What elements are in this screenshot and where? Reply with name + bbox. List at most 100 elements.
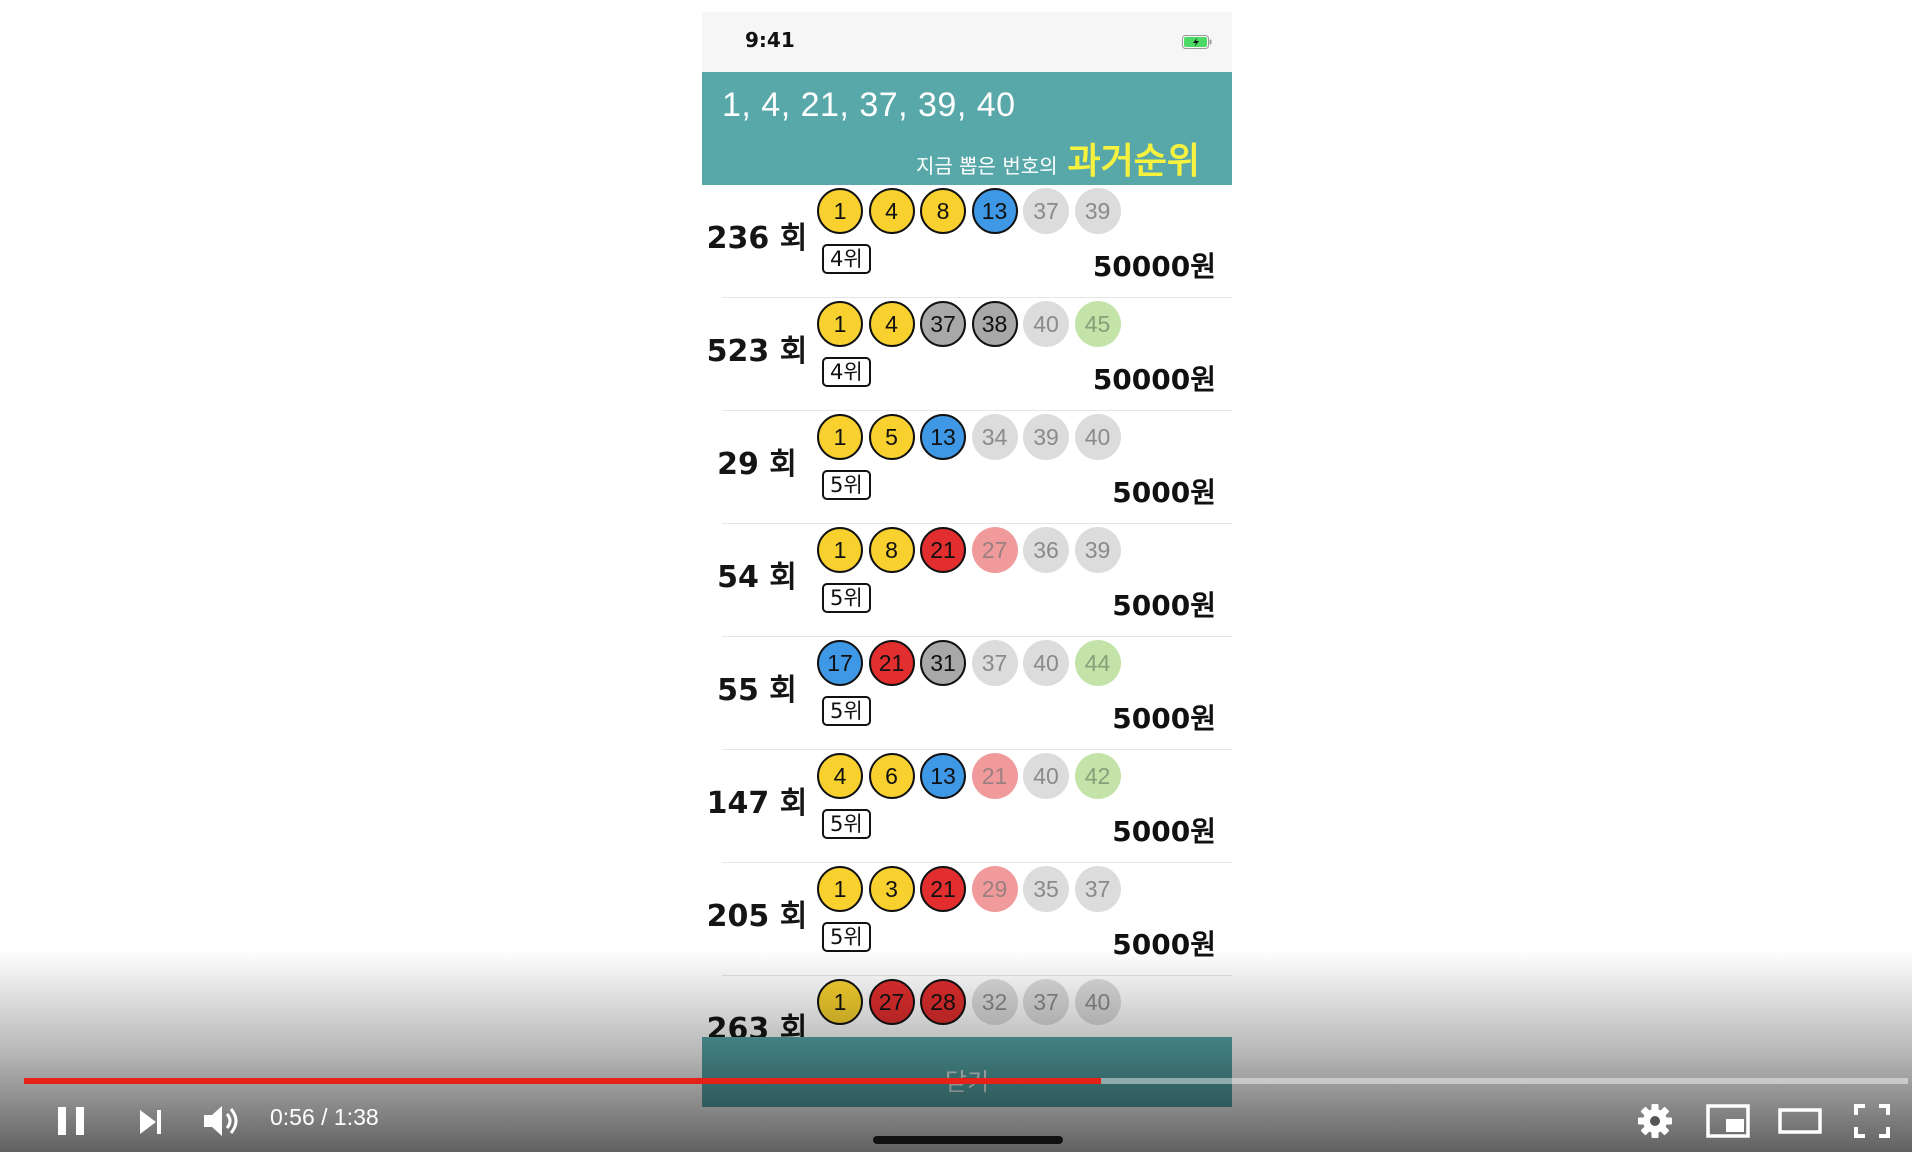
header-subtitle-small: 지금 뽑은 번호의 — [916, 154, 1058, 178]
lotto-ball: 4 — [868, 188, 915, 234]
skip-next-icon — [140, 1110, 161, 1134]
round-label: 29 회 — [717, 447, 797, 482]
header-subtitle: 지금 뽑은 번호의 과거순위 — [916, 132, 1200, 184]
fullscreen-button[interactable] — [1853, 1103, 1891, 1139]
result-row: 147 회 4 6 13 21 40 42 5위 5000원 — [702, 750, 1232, 863]
prize-amount: 50000원 — [1092, 363, 1216, 396]
lotto-ball: 17 — [817, 640, 863, 686]
lotto-ball: 4 — [817, 753, 863, 799]
lotto-ball: 40 — [1023, 753, 1069, 799]
gear-icon — [1638, 1104, 1672, 1138]
lotto-ball: 31 — [920, 640, 966, 686]
ball-group: 1 3 21 29 35 37 — [817, 866, 1126, 912]
theater-mode-button[interactable] — [1778, 1103, 1822, 1139]
ball-group: 17 21 31 37 40 44 — [817, 640, 1126, 686]
ball-group: 1 5 13 34 39 40 — [817, 414, 1126, 460]
settings-button[interactable] — [1636, 1102, 1674, 1140]
rank-badge: 5위 — [822, 583, 871, 613]
lotto-ball: 5 — [868, 414, 915, 460]
header-banner: 1, 4, 21, 37, 39, 40 지금 뽑은 번호의 과거순위 — [702, 72, 1232, 185]
lotto-ball: 45 — [1074, 301, 1121, 347]
miniplayer-button[interactable] — [1706, 1103, 1750, 1139]
lotto-ball: 40 — [1074, 414, 1121, 460]
ball-group: 1 4 8 13 37 39 — [817, 188, 1126, 234]
ball-group: 1 8 21 27 36 39 — [817, 527, 1126, 573]
ball-group: 4 6 13 21 40 42 — [817, 753, 1126, 799]
lotto-ball: 1 — [817, 301, 863, 347]
lotto-ball: 3 — [868, 866, 915, 912]
lotto-ball: 27 — [971, 527, 1018, 573]
lotto-ball: 38 — [971, 301, 1018, 347]
round-label: 147 회 — [706, 786, 808, 821]
lotto-ball: 6 — [868, 753, 915, 799]
lotto-ball: 1 — [817, 527, 863, 573]
home-indicator — [873, 1136, 1063, 1144]
rank-badge: 5위 — [822, 922, 871, 952]
round-label: 205 회 — [706, 899, 808, 934]
result-row: 55 회 17 21 31 37 40 44 5위 5000원 — [702, 637, 1232, 750]
lotto-ball: 8 — [868, 527, 915, 573]
lotto-ball: 34 — [971, 414, 1018, 460]
round-label: 55 회 — [717, 673, 797, 708]
round-label: 236 회 — [706, 221, 808, 256]
prize-amount: 5000원 — [1112, 702, 1216, 735]
fullscreen-icon — [1854, 1104, 1890, 1138]
lotto-ball: 1 — [817, 866, 863, 912]
lotto-ball: 1 — [817, 188, 863, 234]
status-bar: 9:41 — [702, 12, 1232, 72]
rank-badge: 5위 — [822, 470, 871, 500]
pause-icon — [58, 1107, 84, 1135]
picked-numbers: 1, 4, 21, 37, 39, 40 — [722, 86, 1016, 124]
prize-amount: 50000원 — [1092, 250, 1216, 283]
result-row: 523 회 1 4 37 38 40 45 4위 50000원 — [702, 298, 1232, 411]
rank-badge: 4위 — [822, 357, 871, 387]
result-row: 29 회 1 5 13 34 39 40 5위 5000원 — [702, 411, 1232, 524]
lotto-ball: 40 — [1023, 640, 1069, 686]
lotto-ball: 37 — [1074, 866, 1121, 912]
result-row: 236 회 1 4 8 13 37 39 4위 50000원 — [702, 185, 1232, 298]
lotto-ball: 8 — [920, 188, 966, 234]
theater-mode-icon — [1778, 1108, 1822, 1134]
lotto-ball: 37 — [1023, 188, 1069, 234]
lotto-ball: 35 — [1023, 866, 1069, 912]
round-label: 54 회 — [717, 560, 797, 595]
lotto-ball: 40 — [1023, 301, 1069, 347]
lotto-ball: 36 — [1023, 527, 1069, 573]
prize-amount: 5000원 — [1112, 815, 1216, 848]
lotto-ball: 13 — [971, 188, 1018, 234]
lotto-ball: 13 — [920, 414, 966, 460]
status-time: 9:41 — [745, 28, 795, 52]
lotto-ball: 39 — [1074, 188, 1121, 234]
lotto-ball: 4 — [868, 301, 915, 347]
rank-badge: 4위 — [822, 244, 871, 274]
phone-screen: 9:41 1, 4, 21, 37, 39, 40 지금 뽑은 번호의 과거순위 … — [702, 12, 1232, 1107]
progress-bar[interactable] — [24, 1078, 1908, 1084]
lotto-ball: 29 — [971, 866, 1018, 912]
next-button[interactable] — [134, 1105, 168, 1139]
result-row: 54 회 1 8 21 27 36 39 5위 5000원 — [702, 524, 1232, 637]
prize-amount: 5000원 — [1112, 589, 1216, 622]
ball-group: 1 4 37 38 40 45 — [817, 301, 1126, 347]
lotto-ball: 39 — [1023, 414, 1069, 460]
pause-button[interactable] — [54, 1103, 90, 1139]
lotto-ball: 39 — [1074, 527, 1121, 573]
rank-badge: 5위 — [822, 696, 871, 726]
header-subtitle-big: 과거순위 — [1067, 141, 1200, 182]
volume-button[interactable] — [200, 1101, 244, 1141]
timecode: 0:56 / 1:38 — [270, 1104, 379, 1130]
lotto-ball: 37 — [971, 640, 1018, 686]
lotto-ball: 13 — [920, 753, 966, 799]
lotto-ball: 44 — [1074, 640, 1121, 686]
lotto-ball: 42 — [1074, 753, 1121, 799]
progress-played — [24, 1078, 1101, 1084]
volume-icon — [204, 1106, 238, 1136]
miniplayer-icon — [1706, 1104, 1750, 1138]
prize-amount: 5000원 — [1112, 476, 1216, 509]
lotto-ball: 37 — [920, 301, 966, 347]
lotto-ball: 21 — [868, 640, 915, 686]
lotto-ball: 21 — [920, 527, 966, 573]
lotto-ball: 1 — [817, 414, 863, 460]
round-label: 523 회 — [706, 334, 808, 369]
rank-badge: 5위 — [822, 809, 871, 839]
battery-icon — [1182, 35, 1212, 49]
